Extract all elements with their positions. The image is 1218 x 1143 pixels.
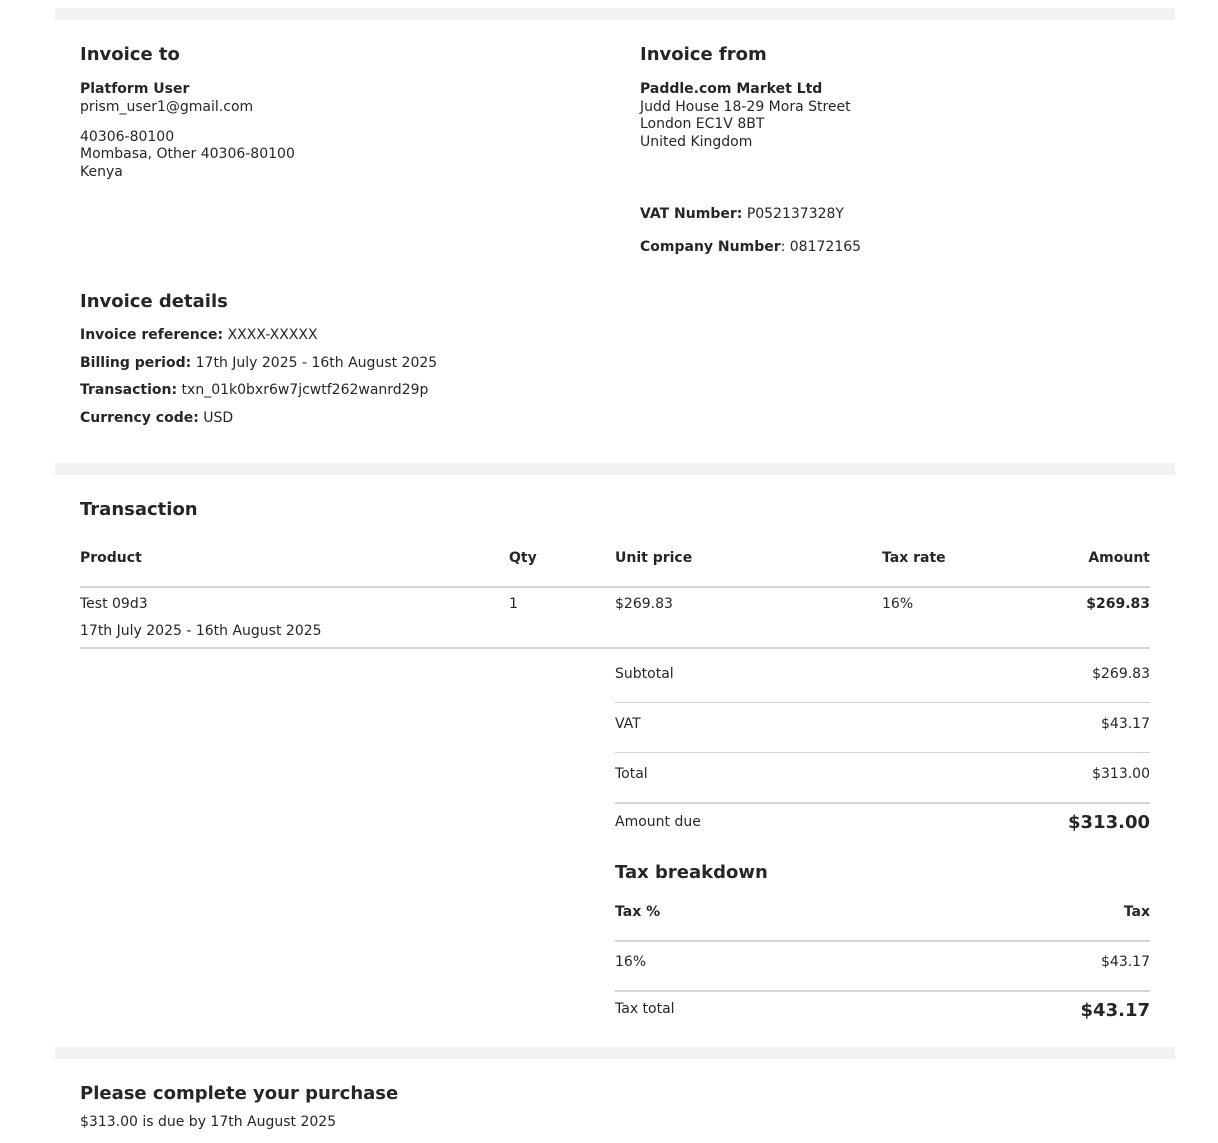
- company-number: Company Number: 08172165: [640, 239, 861, 257]
- vat-label: VAT: [615, 716, 641, 732]
- tax-header-divider: [615, 940, 1150, 942]
- company-number-label: Company Number: [640, 239, 781, 255]
- product-period: 17th July 2025 - 16th August 2025: [80, 623, 322, 639]
- column-header-tax-rate: Tax rate: [882, 550, 946, 566]
- currency-code-label: Currency code:: [80, 410, 199, 426]
- currency-code: Currency code: USD: [80, 410, 233, 428]
- tax-total-label: Tax total: [615, 1001, 675, 1017]
- vat-value: $43.17: [1101, 716, 1150, 732]
- invoice-details-heading: Invoice details: [80, 291, 228, 312]
- customer-address-line2: Mombasa, Other 40306-80100: [80, 146, 295, 162]
- transaction-heading: Transaction: [80, 499, 198, 520]
- table-row-divider: [80, 647, 1150, 649]
- invoice-reference-value: XXXX-XXXXX: [227, 327, 318, 343]
- vat-divider: [615, 752, 1150, 753]
- total-divider: [615, 802, 1150, 804]
- column-header-qty: Qty: [509, 550, 537, 566]
- product-amount: $269.83: [1086, 596, 1150, 612]
- amount-due-notice: $313.00 is due by 17th August 2025: [80, 1114, 337, 1130]
- column-header-unit-price: Unit price: [615, 550, 693, 566]
- complete-purchase-heading: Please complete your purchase: [80, 1083, 399, 1104]
- tax-row-divider: [615, 990, 1150, 992]
- amount-due-value: $313.00: [1068, 812, 1150, 833]
- tax-amount-header: Tax: [1123, 904, 1150, 920]
- customer-address-line1: 40306-80100: [80, 129, 175, 145]
- seller-address-line2: London EC1V 8BT: [640, 116, 765, 132]
- customer-address-line3: Kenya: [80, 164, 123, 180]
- vat-number-value: P052137328Y: [746, 206, 844, 222]
- invoice-reference-label: Invoice reference:: [80, 327, 224, 343]
- billing-period-value: 17th July 2025 - 16th August 2025: [195, 355, 438, 371]
- tax-row-amount: $43.17: [1101, 954, 1150, 970]
- top-separator: [55, 8, 1175, 20]
- customer-email: prism_user1@gmail.com: [80, 99, 254, 115]
- vat-number-label: VAT Number:: [640, 206, 743, 222]
- invoice-from-heading: Invoice from: [640, 44, 767, 65]
- transaction-id-label: Transaction:: [80, 382, 178, 398]
- product-unit-price: $269.83: [615, 596, 673, 612]
- tax-breakdown-heading: Tax breakdown: [615, 862, 768, 883]
- transaction-id: Transaction: txn_01k0bxr6w7jcwtf262wanrd…: [80, 382, 428, 400]
- invoice-reference: Invoice reference: XXXX-XXXXX: [80, 327, 318, 345]
- seller-name: Paddle.com Market Ltd: [640, 81, 823, 97]
- product-qty: 1: [509, 596, 518, 612]
- tax-row-percent: 16%: [615, 954, 647, 970]
- billing-period-label: Billing period:: [80, 355, 192, 371]
- total-label: Total: [615, 766, 648, 782]
- column-header-amount: Amount: [1088, 550, 1150, 566]
- table-header-divider: [80, 586, 1150, 588]
- tax-percent-header: Tax %: [615, 904, 661, 920]
- vat-number: VAT Number: P052137328Y: [640, 206, 844, 224]
- product-tax-rate: 16%: [882, 596, 914, 612]
- seller-address-line1: Judd House 18-29 Mora Street: [640, 99, 851, 115]
- invoice-to-heading: Invoice to: [80, 44, 180, 65]
- column-header-product: Product: [80, 550, 142, 566]
- section-separator-footer: [55, 1047, 1175, 1059]
- seller-address-line3: United Kingdom: [640, 134, 753, 150]
- currency-code-value: USD: [203, 410, 234, 426]
- subtotal-divider: [615, 702, 1150, 703]
- amount-due-label: Amount due: [615, 814, 701, 830]
- billing-period: Billing period: 17th July 2025 - 16th Au…: [80, 355, 437, 373]
- product-name: Test 09d3: [80, 596, 148, 612]
- total-value: $313.00: [1092, 766, 1150, 782]
- company-number-value: : 08172165: [780, 239, 862, 255]
- subtotal-label: Subtotal: [615, 666, 674, 682]
- customer-name: Platform User: [80, 81, 190, 97]
- tax-total-value: $43.17: [1080, 1000, 1150, 1021]
- transaction-id-value: txn_01k0bxr6w7jcwtf262wanrd29p: [181, 382, 429, 398]
- section-separator-transaction: [55, 463, 1175, 475]
- subtotal-value: $269.83: [1092, 666, 1150, 682]
